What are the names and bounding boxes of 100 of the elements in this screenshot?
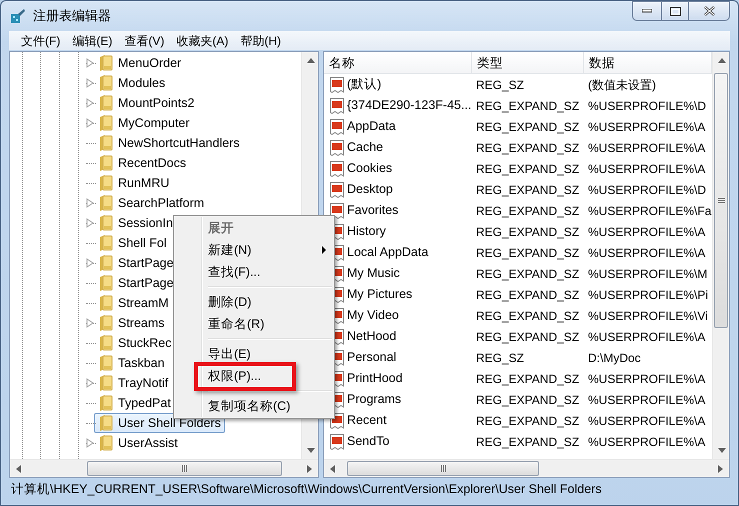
value-name[interactable]: Cache bbox=[347, 138, 384, 157]
scroll-right-icon[interactable] bbox=[718, 464, 723, 472]
status-path-text: 计算机\HKEY_CURRENT_USER\Software\Microsoft\Windows\CurrentVersion\Explorer\User Shell Folders bbox=[11, 480, 602, 498]
value-name[interactable]: Recent bbox=[347, 411, 387, 430]
value-type: REG_EXPAND_SZ bbox=[475, 392, 580, 408]
value-data: %USERPROFILE%\Vi bbox=[587, 308, 708, 324]
scroll-down-icon[interactable] bbox=[306, 448, 314, 453]
value-name[interactable]: NetHood bbox=[347, 327, 396, 346]
tree-item[interactable]: MyComputer bbox=[118, 114, 190, 132]
expand-arrow-icon[interactable] bbox=[86, 378, 95, 389]
string-value-icon bbox=[330, 118, 344, 134]
folder-icon bbox=[98, 314, 113, 332]
tree-item[interactable]: Streams bbox=[118, 314, 165, 332]
scrollbar-thumb[interactable] bbox=[87, 461, 282, 476]
folder-icon bbox=[98, 434, 113, 452]
value-name[interactable]: Personal bbox=[347, 348, 396, 367]
value-name[interactable]: My Pictures bbox=[347, 285, 412, 304]
minimize-button[interactable] bbox=[632, 1, 661, 21]
expand-arrow-icon[interactable] bbox=[86, 438, 95, 449]
minimize-icon bbox=[642, 9, 652, 13]
value-name[interactable]: SendTo bbox=[347, 432, 390, 451]
value-name[interactable]: My Music bbox=[347, 264, 400, 283]
tree-item[interactable]: MountPoints2 bbox=[118, 94, 194, 112]
menu-item[interactable]: 删除(D) bbox=[176, 291, 332, 313]
folder-icon bbox=[98, 234, 113, 252]
value-type: REG_EXPAND_SZ bbox=[475, 266, 580, 282]
value-name[interactable]: History bbox=[347, 222, 386, 241]
tree-item[interactable]: MenuOrder bbox=[118, 54, 182, 72]
value-name[interactable]: Desktop bbox=[347, 180, 393, 199]
expand-arrow-icon[interactable] bbox=[86, 218, 95, 229]
tree-item[interactable]: Taskban bbox=[118, 354, 165, 372]
expand-arrow-icon[interactable] bbox=[86, 58, 95, 69]
expand-arrow-icon[interactable] bbox=[86, 198, 95, 209]
value-name[interactable]: Favorites bbox=[347, 201, 398, 220]
tree-item[interactable]: RunMRU bbox=[118, 174, 170, 192]
string-value-icon bbox=[330, 76, 344, 92]
registry-app-icon bbox=[9, 7, 27, 25]
close-button[interactable] bbox=[688, 1, 730, 21]
menu-item[interactable]: 编辑(E) bbox=[66, 32, 118, 50]
menu-item[interactable]: 文件(F) bbox=[15, 32, 66, 50]
tree-item[interactable]: SessionIn bbox=[118, 214, 173, 232]
expand-arrow-icon[interactable] bbox=[86, 98, 95, 109]
tree-item[interactable]: StuckRec bbox=[118, 334, 172, 352]
folder-icon bbox=[98, 274, 113, 292]
value-type: REG_EXPAND_SZ bbox=[475, 370, 580, 388]
menu-item[interactable]: 查看(V) bbox=[118, 32, 170, 50]
scroll-down-icon[interactable] bbox=[718, 448, 726, 453]
maximize-button[interactable] bbox=[661, 1, 688, 21]
expand-arrow-icon[interactable] bbox=[86, 78, 95, 89]
value-name[interactable]: Cookies bbox=[347, 159, 392, 178]
value-type: REG_EXPAND_SZ bbox=[475, 328, 580, 346]
scrollbar-thumb[interactable] bbox=[347, 461, 539, 476]
scroll-up-icon[interactable] bbox=[306, 58, 314, 63]
value-name[interactable]: {374DE290-123F-45... bbox=[347, 96, 472, 115]
tree-item[interactable]: StartPage bbox=[118, 254, 174, 272]
tree-item[interactable]: SearchPlatform bbox=[118, 194, 204, 212]
folder-icon bbox=[98, 374, 113, 392]
value-name[interactable]: (默认) bbox=[347, 75, 382, 94]
menu-item[interactable]: 重命名(R) bbox=[176, 313, 332, 335]
tree-item[interactable]: TypedPat bbox=[118, 394, 171, 412]
scroll-right-icon[interactable] bbox=[307, 464, 312, 472]
column-header[interactable]: 类型 bbox=[472, 52, 584, 73]
folder-icon bbox=[98, 394, 113, 412]
tree-item[interactable]: UserAssist bbox=[118, 434, 178, 452]
menu-item[interactable]: 新建(N) bbox=[176, 239, 332, 261]
string-value-icon bbox=[330, 140, 344, 156]
value-type: REG_SZ bbox=[475, 76, 526, 94]
value-name[interactable]: Local AppData bbox=[347, 243, 428, 262]
value-data: %USERPROFILE%\M bbox=[587, 266, 708, 282]
tree-item[interactable]: Shell Fol bbox=[118, 234, 167, 252]
scrollbar-thumb[interactable] bbox=[714, 73, 728, 328]
tree-item[interactable]: StreamM bbox=[118, 294, 169, 312]
tree-item[interactable]: Modules bbox=[118, 74, 166, 92]
value-type: REG_EXPAND_SZ bbox=[475, 224, 580, 240]
menu-item[interactable]: 导出(E) bbox=[176, 343, 332, 365]
tree-item[interactable]: RecentDocs bbox=[118, 154, 186, 172]
expand-arrow-icon[interactable] bbox=[86, 318, 95, 329]
tree-item[interactable]: TrayNotif bbox=[118, 374, 168, 392]
menu-item[interactable]: 查找(F)... bbox=[176, 261, 332, 283]
value-name[interactable]: AppData bbox=[347, 117, 396, 136]
tree-item[interactable]: StartPage bbox=[118, 274, 174, 292]
value-name[interactable]: My Video bbox=[347, 306, 399, 325]
scroll-up-icon[interactable] bbox=[718, 58, 726, 63]
expand-arrow-icon[interactable] bbox=[86, 118, 95, 129]
value-type: REG_EXPAND_SZ bbox=[475, 160, 580, 178]
folder-icon bbox=[98, 114, 113, 132]
value-name[interactable]: PrintHood bbox=[347, 369, 403, 388]
folder-icon bbox=[98, 54, 113, 72]
scroll-left-icon[interactable] bbox=[330, 464, 335, 472]
menu-item[interactable]: 帮助(H) bbox=[234, 32, 287, 50]
tree-item[interactable]: NewShortcutHandlers bbox=[118, 134, 240, 152]
value-data: D:\MyDoc bbox=[587, 350, 641, 366]
menu-item[interactable]: 权限(P)... bbox=[176, 365, 332, 387]
expand-arrow-icon[interactable] bbox=[86, 258, 95, 269]
value-data: %USERPROFILE%\A bbox=[587, 160, 706, 178]
scroll-left-icon[interactable] bbox=[16, 464, 21, 472]
value-name[interactable]: Programs bbox=[347, 390, 402, 409]
menu-item[interactable]: 收藏夹(A) bbox=[170, 32, 234, 50]
value-type: REG_EXPAND_SZ bbox=[475, 308, 580, 324]
column-header[interactable]: 名称 bbox=[324, 52, 472, 73]
